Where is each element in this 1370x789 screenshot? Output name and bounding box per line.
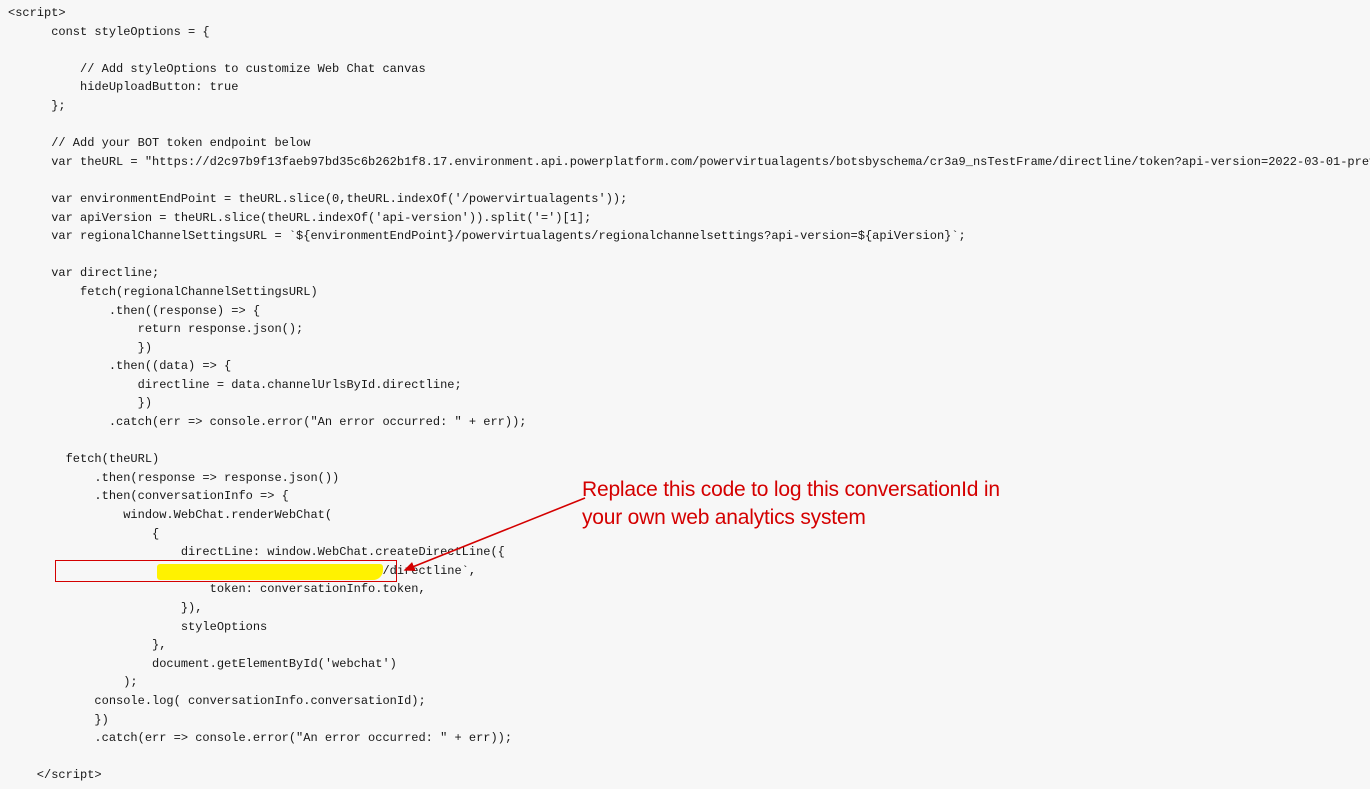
script-code: <script> const styleOptions = { // Add s… [8, 4, 1362, 785]
highlight-code-yellow [157, 564, 383, 580]
code-block-container: <script> const styleOptions = { // Add s… [0, 0, 1370, 789]
annotation-text: Replace this code to log this conversati… [582, 476, 1012, 533]
